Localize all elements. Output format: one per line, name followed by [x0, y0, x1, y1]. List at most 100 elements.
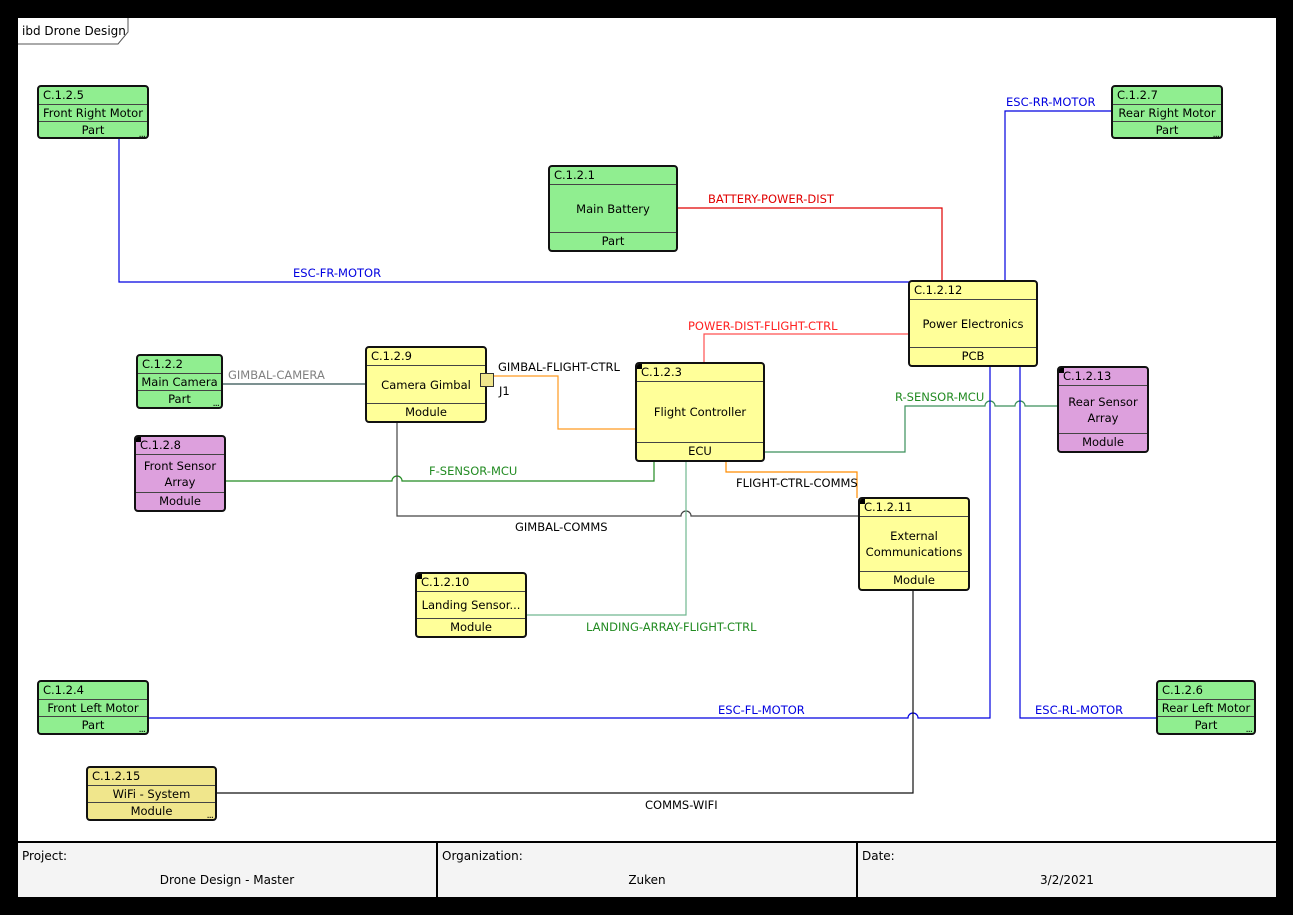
wire-esc-fr-motor[interactable]: [118, 138, 909, 283]
block-name: Main Camera: [138, 374, 221, 391]
organization-value: Zuken: [628, 873, 666, 887]
connector-label: F-SENSOR-MCU: [429, 464, 518, 478]
more-icon[interactable]: ...: [1245, 721, 1252, 733]
block-id: C.1.2.13: [1059, 368, 1147, 386]
project-value: Drone Design - Master: [159, 873, 295, 887]
block-main-battery[interactable]: C.1.2.1 Main Battery Part: [548, 165, 678, 252]
block-name: Landing Sensor...: [417, 592, 525, 619]
corner-marker: [860, 499, 865, 504]
more-icon[interactable]: ...: [212, 395, 219, 407]
block-id: C.1.2.11: [860, 499, 968, 517]
more-icon[interactable]: ...: [1212, 126, 1219, 137]
connector-label: COMMS-WIFI: [645, 798, 718, 812]
block-type: Module: [405, 405, 447, 419]
block-id: C.1.2.3: [637, 364, 763, 382]
date-value: 3/2/2021: [1040, 873, 1094, 887]
block-name: Main Battery: [550, 185, 676, 233]
more-icon[interactable]: ...: [138, 126, 145, 137]
block-front-sensor-array[interactable]: C.1.2.8 Front Sensor Array Module: [134, 435, 226, 512]
corner-marker: [136, 437, 141, 442]
block-type: Module: [450, 620, 492, 634]
frame-label: ibd Drone Design: [22, 24, 126, 38]
block-rear-left-motor[interactable]: C.1.2.6 Rear Left Motor Part...: [1156, 680, 1256, 735]
connector-label: ESC-FR-MOTOR: [293, 266, 382, 280]
wire-esc-rr-motor[interactable]: [1004, 110, 1111, 281]
wire-r-sensor-mcu[interactable]: [764, 400, 1058, 453]
block-type: Part: [81, 123, 105, 137]
block-name: Rear Sensor Array: [1059, 386, 1147, 434]
block-id: C.1.2.6: [1158, 682, 1254, 700]
block-name: Power Electronics: [910, 300, 1036, 348]
block-flight-controller[interactable]: C.1.2.3 Flight Controller ECU: [635, 362, 765, 462]
block-name: Rear Right Motor: [1113, 105, 1221, 122]
block-main-camera[interactable]: C.1.2.2 Main Camera Part...: [136, 354, 223, 409]
connector-label: GIMBAL-FLIGHT-CTRL: [498, 360, 620, 374]
block-landing-sensor[interactable]: C.1.2.10 Landing Sensor... Module: [415, 572, 527, 638]
block-type: Module: [159, 494, 201, 508]
block-name: External Communications: [860, 517, 968, 572]
block-name: Camera Gimbal: [367, 366, 485, 404]
corner-marker: [1059, 368, 1064, 373]
organization-label: Organization:: [442, 849, 523, 863]
block-id: C.1.2.12: [910, 282, 1036, 300]
block-rear-sensor-array[interactable]: C.1.2.13 Rear Sensor Array Module: [1057, 366, 1149, 453]
block-name: Flight Controller: [637, 382, 763, 443]
connector-label: ESC-RR-MOTOR: [1006, 95, 1096, 109]
block-type: Part: [1194, 718, 1218, 732]
block-name: WiFi - System: [88, 786, 215, 803]
block-type: Part: [1155, 123, 1179, 137]
port-label: J1: [499, 384, 510, 398]
block-id: C.1.2.9: [367, 348, 485, 366]
block-id: C.1.2.15: [88, 768, 215, 786]
connector-label: POWER-DIST-FLIGHT-CTRL: [688, 319, 838, 333]
block-name: Rear Left Motor: [1158, 700, 1254, 717]
port-j1[interactable]: [480, 373, 494, 387]
block-id: C.1.2.5: [39, 87, 147, 105]
date-cell: Date: 3/2/2021: [856, 843, 1276, 897]
more-icon[interactable]: ...: [138, 721, 145, 733]
connector-label: FLIGHT-CTRL-COMMS: [736, 476, 858, 490]
block-wifi-system[interactable]: C.1.2.15 WiFi - System Module...: [86, 766, 217, 821]
block-type: ECU: [688, 444, 712, 458]
wire-comms-wifi[interactable]: [216, 590, 914, 794]
corner-marker: [417, 574, 422, 579]
connector-label: GIMBAL-COMMS: [515, 520, 608, 534]
block-camera-gimbal[interactable]: C.1.2.9 Camera Gimbal Module: [365, 346, 487, 423]
block-external-communications[interactable]: C.1.2.11 External Communications Module: [858, 497, 970, 591]
date-label: Date:: [862, 849, 895, 863]
block-rear-right-motor[interactable]: C.1.2.7 Rear Right Motor Part...: [1111, 85, 1223, 139]
block-id: C.1.2.10: [417, 574, 525, 592]
project-label: Project:: [22, 849, 68, 863]
block-name: Front Right Motor: [39, 105, 147, 122]
diagram-sheet: ibd Drone Design C.1.2.5 Front Right Mot…: [16, 16, 1278, 899]
connector-label: LANDING-ARRAY-FLIGHT-CTRL: [586, 620, 757, 634]
block-power-electronics[interactable]: C.1.2.12 Power Electronics PCB: [908, 280, 1038, 367]
block-front-left-motor[interactable]: C.1.2.4 Front Left Motor Part...: [37, 680, 149, 735]
connector-label: GIMBAL-CAMERA: [228, 368, 325, 382]
block-type: Module: [893, 573, 935, 587]
block-type: Part: [81, 718, 105, 732]
block-name: Front Left Motor: [39, 700, 147, 717]
organization-cell: Organization: Zuken: [436, 843, 856, 897]
block-id: C.1.2.1: [550, 167, 676, 185]
block-id: C.1.2.8: [136, 437, 224, 455]
connector-label: ESC-FL-MOTOR: [718, 703, 805, 717]
block-type: Module: [130, 804, 173, 818]
block-type: Part: [601, 234, 625, 248]
block-type: Module: [1082, 435, 1124, 449]
wire-gimbal-flight-ctrl[interactable]: [494, 375, 636, 430]
connector-label: R-SENSOR-MCU: [895, 390, 985, 404]
more-icon[interactable]: ...: [206, 807, 213, 819]
corner-marker: [637, 364, 642, 369]
block-id: C.1.2.7: [1113, 87, 1221, 105]
block-id: C.1.2.2: [138, 356, 221, 374]
block-type: PCB: [961, 349, 985, 363]
wire-landing-array-flight-ctrl[interactable]: [526, 461, 687, 616]
project-cell: Project: Drone Design - Master: [18, 843, 436, 897]
wire-battery-power-dist[interactable]: [677, 207, 943, 281]
block-name: Front Sensor Array: [136, 455, 224, 493]
block-id: C.1.2.4: [39, 682, 147, 700]
block-type: Part: [168, 392, 191, 406]
block-front-right-motor[interactable]: C.1.2.5 Front Right Motor Part...: [37, 85, 149, 139]
wire-power-dist-flight-ctrl[interactable]: [703, 333, 909, 363]
